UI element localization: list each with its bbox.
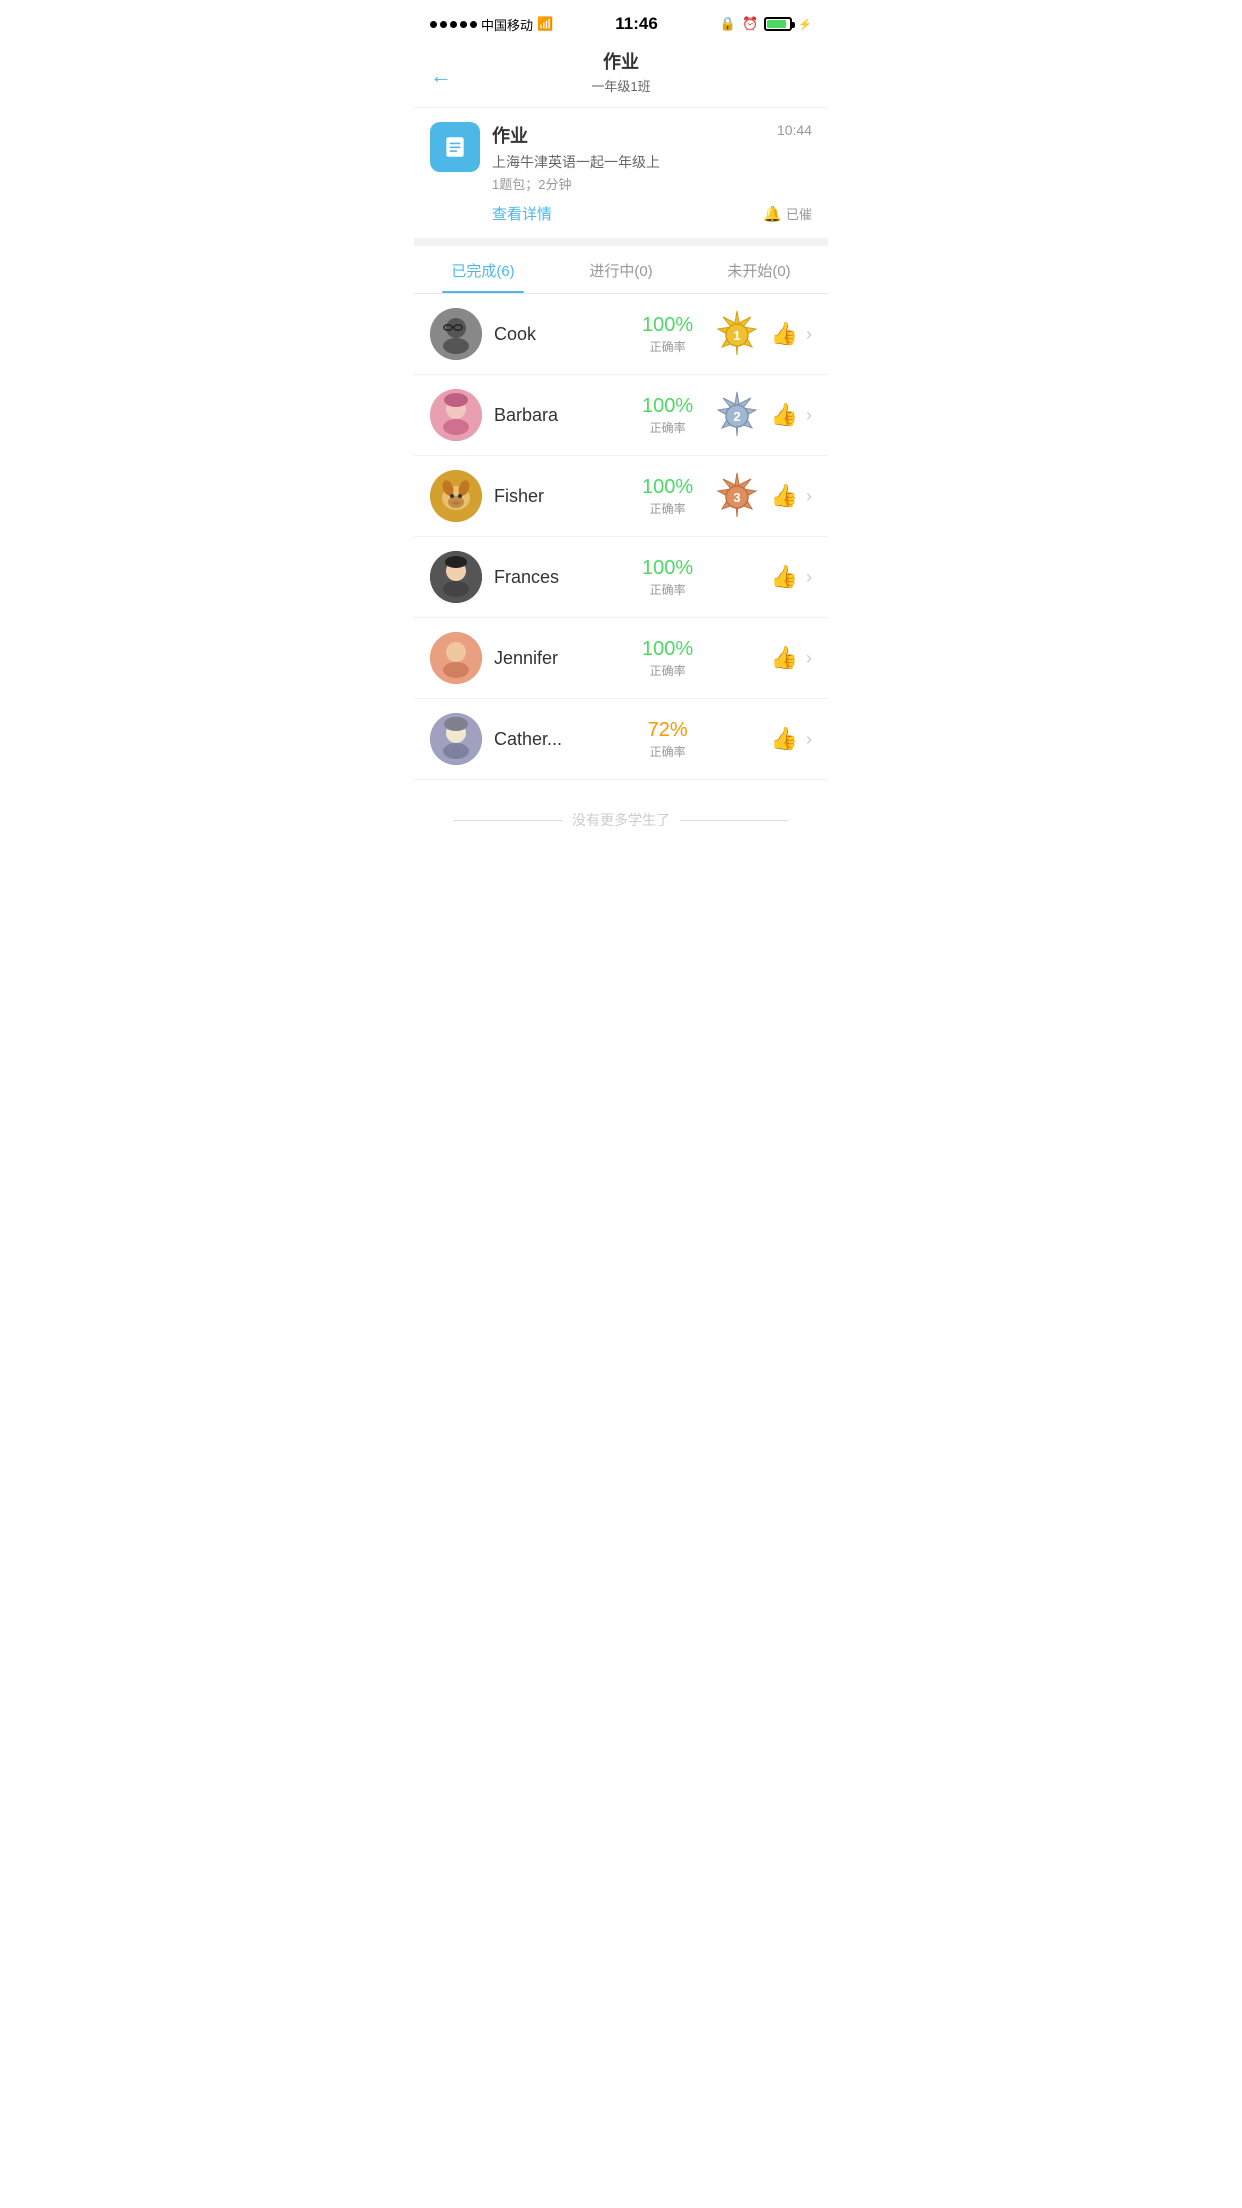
rank-medal: 3: [715, 471, 759, 521]
row-actions: 👍 ›: [771, 402, 812, 428]
assignment-card: 作业 10:44 上海牛津英语一起一年级上 1题包；2分钟 查看详情 🔔 已催: [414, 108, 828, 246]
lock-icon: 🔒: [720, 16, 736, 32]
assignment-time: 10:44: [777, 122, 812, 138]
student-name: Fisher: [494, 486, 621, 507]
assignment-meta: 1题包；2分钟: [492, 174, 812, 193]
assignment-description: 上海牛津英语一起一年级上: [492, 152, 812, 172]
avatar: [430, 632, 482, 684]
chevron-right-icon: ›: [806, 405, 812, 426]
assignment-footer: 查看详情 🔔 已催: [492, 203, 812, 224]
fisher-avatar-image: [430, 470, 482, 522]
divider-line: [454, 820, 562, 821]
no-more-indicator: 没有更多学生了: [414, 780, 828, 860]
divider-line: [680, 820, 788, 821]
thumbs-up-button[interactable]: 👍: [771, 726, 798, 752]
tabs-bar: 已完成(6) 进行中(0) 未开始(0): [414, 246, 828, 294]
svg-text:3: 3: [733, 490, 740, 505]
student-score: 100% 正确率: [633, 638, 703, 679]
row-actions: 👍 ›: [771, 564, 812, 590]
row-actions: 👍 ›: [771, 645, 812, 671]
tab-inprogress[interactable]: 进行中(0): [552, 246, 690, 293]
notify-text: 已催: [786, 204, 812, 223]
student-list: Cook 100% 正确率 1 👍 › Barbar: [414, 294, 828, 780]
status-right: 🔒 ⏰ ⚡: [720, 16, 812, 32]
no-more-text: 没有更多学生了: [572, 810, 670, 830]
avatar: [430, 551, 482, 603]
status-left: 中国移动 📶: [430, 15, 553, 34]
back-button[interactable]: ←: [430, 63, 452, 89]
no-medal-placeholder: [715, 552, 759, 602]
avatar: [430, 308, 482, 360]
battery-icon: [764, 17, 792, 31]
battery-bolt-icon: ⚡: [798, 18, 812, 31]
student-name: Jennifer: [494, 648, 621, 669]
assignment-title-row: 作业 10:44: [492, 122, 812, 148]
table-row[interactable]: Jennifer 100% 正确率 👍 ›: [414, 618, 828, 699]
gold-medal-icon: 1: [716, 309, 758, 359]
chevron-right-icon: ›: [806, 486, 812, 507]
avatar: [430, 389, 482, 441]
carrier-label: 中国移动: [481, 15, 533, 34]
student-name: Frances: [494, 567, 621, 588]
page-header: ← 作业 一年级1班: [414, 44, 828, 108]
row-actions: 👍 ›: [771, 726, 812, 752]
avatar: [430, 470, 482, 522]
silver-medal-icon: 2: [716, 390, 758, 440]
student-name: Cather...: [494, 729, 621, 750]
thumbs-up-button[interactable]: 👍: [771, 321, 798, 347]
page-title: 作业: [430, 48, 812, 74]
rank-medal: 2: [715, 390, 759, 440]
assignment-name: 作业: [492, 122, 528, 148]
page-subtitle: 一年级1班: [430, 76, 812, 95]
svg-text:2: 2: [733, 409, 740, 424]
table-row[interactable]: Cather... 72% 正确率 👍 ›: [414, 699, 828, 780]
thumbs-up-button[interactable]: 👍: [771, 645, 798, 671]
chevron-right-icon: ›: [806, 324, 812, 345]
student-score: 100% 正确率: [633, 314, 703, 355]
status-time: 11:46: [615, 14, 658, 34]
student-score: 72% 正确率: [633, 719, 703, 760]
chevron-right-icon: ›: [806, 567, 812, 588]
row-actions: 👍 ›: [771, 321, 812, 347]
student-score: 100% 正确率: [633, 476, 703, 517]
no-medal-placeholder: [715, 633, 759, 683]
thumbs-up-button[interactable]: 👍: [771, 402, 798, 428]
tab-completed[interactable]: 已完成(6): [414, 246, 552, 293]
thumbs-up-button[interactable]: 👍: [771, 564, 798, 590]
tab-notstarted[interactable]: 未开始(0): [690, 246, 828, 293]
notify-area: 🔔 已催: [763, 204, 812, 223]
wifi-icon: 📶: [537, 16, 553, 32]
avatar: [430, 713, 482, 765]
status-bar: 中国移动 📶 11:46 🔒 ⏰ ⚡: [414, 0, 828, 44]
table-row[interactable]: Frances 100% 正确率 👍 ›: [414, 537, 828, 618]
chevron-right-icon: ›: [806, 648, 812, 669]
frances-avatar-image: [430, 551, 482, 603]
row-actions: 👍 ›: [771, 483, 812, 509]
barbara-avatar-image: [430, 389, 482, 441]
svg-text:1: 1: [733, 328, 740, 343]
assignment-info: 作业 10:44 上海牛津英语一起一年级上 1题包；2分钟 查看详情 🔔 已催: [492, 122, 812, 224]
student-name: Barbara: [494, 405, 621, 426]
chevron-right-icon: ›: [806, 729, 812, 750]
assignment-icon: [430, 122, 480, 172]
rank-medal: 1: [715, 309, 759, 359]
document-icon: [442, 134, 468, 160]
catherine-avatar-image: [430, 713, 482, 765]
student-name: Cook: [494, 324, 621, 345]
table-row[interactable]: Fisher 100% 正确率 3 👍 ›: [414, 456, 828, 537]
bronze-medal-icon: 3: [716, 471, 758, 521]
thumbs-up-button[interactable]: 👍: [771, 483, 798, 509]
cook-avatar-image: [430, 308, 482, 360]
view-detail-link[interactable]: 查看详情: [492, 203, 552, 224]
signal-dots: [430, 21, 477, 28]
jennifer-avatar-image: [430, 632, 482, 684]
no-medal-placeholder: [715, 714, 759, 764]
table-row[interactable]: Barbara 100% 正确率 2 👍 ›: [414, 375, 828, 456]
student-score: 100% 正确率: [633, 395, 703, 436]
bell-icon: 🔔: [763, 205, 782, 223]
alarm-icon: ⏰: [742, 16, 758, 32]
student-score: 100% 正确率: [633, 557, 703, 598]
table-row[interactable]: Cook 100% 正确率 1 👍 ›: [414, 294, 828, 375]
